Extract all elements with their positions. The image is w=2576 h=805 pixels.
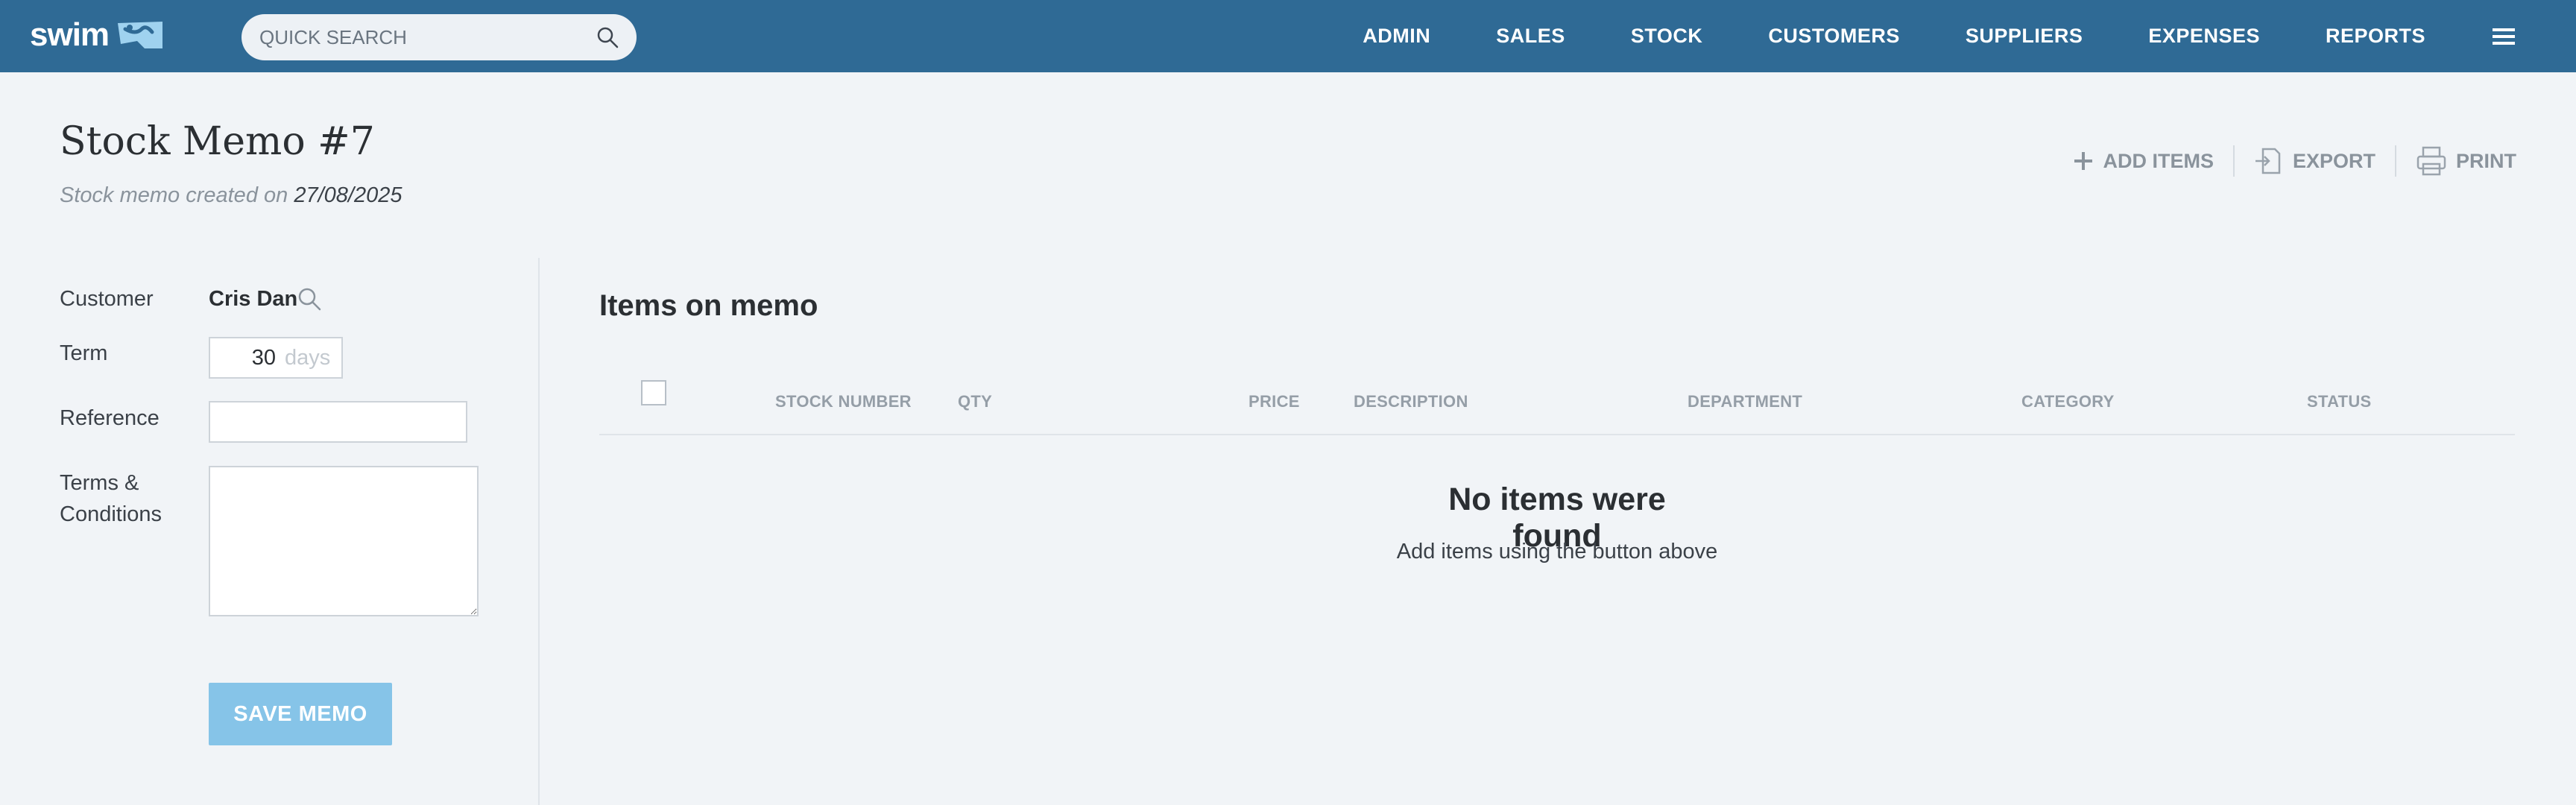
column-header-category[interactable]: CATEGORY	[2021, 392, 2115, 411]
term-label: Term	[60, 341, 108, 365]
search-icon[interactable]	[596, 26, 619, 48]
top-nav-bar: swim ADMIN SALES STOCK CUSTOMERS SUPPLIE…	[0, 0, 2576, 72]
items-section-title: Items on memo	[599, 289, 818, 322]
terms-conditions-input[interactable]	[209, 466, 479, 616]
subtitle-prefix: Stock memo created on	[60, 183, 288, 207]
customer-name: Cris Dan	[209, 287, 298, 311]
column-header-department[interactable]: DEPARTMENT	[1688, 392, 1802, 411]
quick-search-input[interactable]	[259, 25, 596, 49]
plus-icon	[2074, 152, 2093, 170]
column-header-qty[interactable]: QTY	[958, 392, 992, 411]
export-label: EXPORT	[2292, 149, 2375, 172]
column-header-status[interactable]: STATUS	[2307, 392, 2372, 411]
action-separator	[2232, 145, 2235, 177]
table-header-divider	[599, 434, 2515, 435]
term-unit: days	[285, 345, 331, 370]
add-items-button[interactable]: ADD ITEMS	[2073, 150, 2214, 173]
logo-text: swim	[30, 16, 110, 53]
main-nav: ADMIN SALES STOCK CUSTOMERS SUPPLIERS EX…	[1363, 0, 2576, 72]
column-divider	[538, 258, 540, 805]
action-separator	[2395, 145, 2396, 177]
nav-item-reports[interactable]: REPORTS	[2326, 25, 2425, 48]
nav-item-customers[interactable]: CUSTOMERS	[1768, 25, 1900, 48]
terms-label: Terms & Conditions	[60, 467, 162, 530]
select-all-checkbox[interactable]	[641, 380, 666, 405]
column-header-description[interactable]: DESCRIPTION	[1354, 392, 1468, 411]
terms-label-line2: Conditions	[60, 502, 162, 526]
app-logo[interactable]: swim	[30, 16, 165, 54]
quick-search-box	[242, 14, 637, 60]
printer-icon	[2416, 146, 2446, 176]
customer-label: Customer	[60, 287, 154, 311]
add-items-label: ADD ITEMS	[2103, 149, 2214, 172]
nav-item-expenses[interactable]: EXPENSES	[2148, 25, 2260, 48]
export-icon	[2255, 148, 2281, 174]
created-date: 27/08/2025	[294, 183, 402, 207]
reference-input[interactable]	[209, 401, 467, 443]
nav-item-stock[interactable]: STOCK	[1631, 25, 1703, 48]
empty-state-subtitle: Add items using the button above	[1396, 540, 1718, 564]
terms-label-line1: Terms &	[60, 471, 139, 495]
hamburger-menu-icon[interactable]	[2491, 25, 2516, 48]
column-header-stock-number[interactable]: STOCK NUMBER	[775, 392, 912, 411]
print-button[interactable]: PRINT	[2416, 145, 2516, 177]
term-input[interactable]	[210, 345, 282, 370]
memo-actions: ADD ITEMS EXPORT PRINT	[2073, 140, 2516, 182]
export-button[interactable]: EXPORT	[2254, 146, 2375, 176]
logo-mark-icon	[118, 22, 163, 48]
items-table-header: STOCK NUMBER QTY PRICE DESCRIPTION DEPAR…	[599, 373, 2515, 435]
print-label: PRINT	[2456, 149, 2516, 172]
nav-item-suppliers[interactable]: SUPPLIERS	[1966, 25, 2083, 48]
reference-label: Reference	[60, 406, 160, 430]
column-header-price[interactable]: PRICE	[1248, 392, 1300, 411]
page-subtitle: Stock memo created on 27/08/2025	[60, 183, 402, 208]
nav-item-sales[interactable]: SALES	[1496, 25, 1565, 48]
page-title: Stock Memo #7	[60, 119, 375, 164]
term-field: days	[209, 337, 343, 379]
save-memo-button[interactable]: SAVE MEMO	[209, 683, 392, 745]
customer-search-icon[interactable]	[297, 286, 322, 312]
nav-item-admin[interactable]: ADMIN	[1363, 25, 1430, 48]
